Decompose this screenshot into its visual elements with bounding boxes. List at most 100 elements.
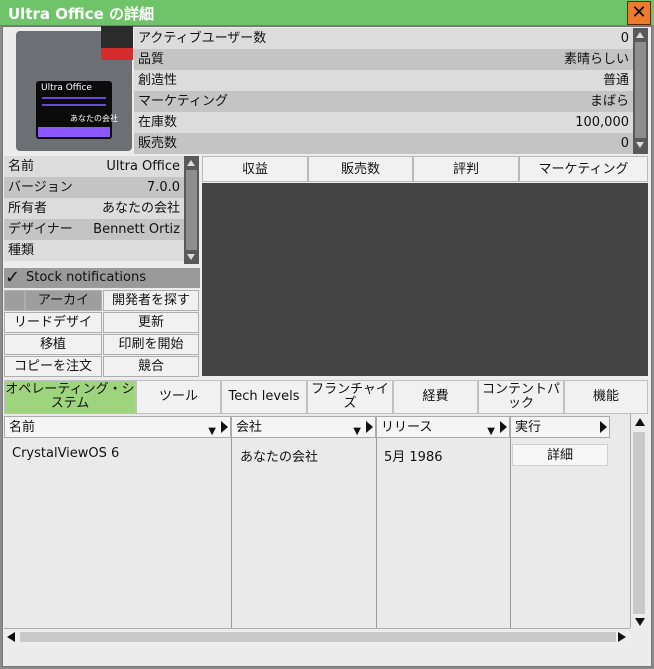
lead-design-button[interactable]: リードデザイ — [4, 312, 102, 333]
stat-label: 販売数 — [138, 136, 178, 151]
floppy-red-tab — [101, 48, 133, 60]
tab-marketing[interactable]: マーケティング — [519, 156, 648, 182]
compete-button[interactable]: 競合 — [103, 356, 199, 377]
info-value: あなたの会社 — [101, 201, 180, 216]
tab-expenses[interactable]: 経費 — [393, 380, 478, 414]
cell-name: CrystalViewOS 6 — [12, 446, 120, 461]
floppy-line — [42, 104, 106, 106]
stat-value: 0 — [620, 31, 629, 46]
filter-icon[interactable]: ▼ — [487, 421, 495, 443]
filter-icon[interactable]: ▼ — [353, 421, 361, 443]
info-value: Bennett Ortiz — [93, 222, 180, 237]
scroll-up-icon[interactable] — [187, 160, 195, 166]
info-label: バージョン — [8, 180, 73, 195]
scroll-right-icon[interactable] — [618, 632, 626, 642]
tab-reputation[interactable]: 評判 — [413, 156, 519, 182]
archive-checkbox[interactable] — [4, 290, 25, 311]
floppy-product-name: Ultra Office — [41, 83, 92, 93]
sort-arrow-icon[interactable] — [366, 421, 373, 433]
info-list: 名前 Ultra Office バージョン 7.0.0 所有者 あなたの会社 デ… — [4, 156, 184, 264]
scrollbar-thumb[interactable] — [633, 432, 645, 614]
column-divider — [510, 438, 511, 628]
scroll-down-icon[interactable] — [635, 618, 645, 626]
info-row-version: バージョン 7.0.0 — [4, 177, 184, 198]
stat-value: 100,000 — [575, 115, 629, 130]
close-button[interactable]: ✕ — [627, 1, 651, 25]
archive-button[interactable]: アーカイ — [25, 290, 102, 311]
chart-area — [202, 183, 648, 376]
tab-sales[interactable]: 販売数 — [308, 156, 413, 182]
column-header-company[interactable]: 会社 ▼ — [231, 416, 376, 438]
scroll-left-icon[interactable] — [7, 632, 15, 642]
stat-row-sales: 販売数 0 — [134, 133, 633, 154]
sort-arrow-icon[interactable] — [500, 421, 507, 433]
window-title: Ultra Office の詳細 — [8, 5, 155, 23]
stat-label: マーケティング — [138, 94, 228, 109]
info-label: 名前 — [8, 159, 35, 174]
cell-release: 5月 1986 — [384, 450, 443, 465]
stat-value: 0 — [620, 136, 629, 151]
column-header-name[interactable]: 名前 ▼ — [4, 416, 231, 438]
info-value: Ultra Office — [106, 159, 180, 174]
transfer-button[interactable]: 移植 — [4, 334, 102, 355]
info-label: デザイナー — [8, 222, 73, 237]
column-header-label: 会社 — [236, 420, 263, 435]
find-developer-button[interactable]: 開発者を探す — [103, 290, 199, 311]
floppy-line — [42, 97, 106, 99]
tab-tools[interactable]: ツール — [136, 380, 221, 414]
scroll-down-icon[interactable] — [636, 142, 644, 148]
stat-row-marketing: マーケティング まばら — [134, 91, 633, 112]
tab-revenue[interactable]: 収益 — [202, 156, 308, 182]
scroll-down-icon[interactable] — [187, 254, 195, 260]
scroll-up-icon[interactable] — [636, 32, 644, 38]
column-header-label: 実行 — [515, 420, 542, 435]
stat-label: アクティブユーザー数 — [138, 31, 267, 46]
column-header-action[interactable]: 実行 — [510, 416, 610, 438]
update-button[interactable]: 更新 — [103, 312, 199, 333]
column-divider — [231, 438, 232, 628]
info-row-name: 名前 Ultra Office — [4, 156, 184, 177]
order-copies-button[interactable]: コピーを注文 — [4, 356, 102, 377]
stat-row-inventory: 在庫数 100,000 — [134, 112, 633, 133]
stat-value: 普通 — [602, 73, 629, 88]
column-header-label: 名前 — [9, 420, 36, 435]
stat-row-quality: 品質 素晴らしい — [134, 49, 633, 70]
sort-arrow-icon[interactable] — [600, 421, 607, 433]
floppy-owner: あなたの会社 — [70, 114, 118, 123]
start-print-button[interactable]: 印刷を開始 — [103, 334, 199, 355]
chart-tabs: 収益 販売数 評判 マーケティング — [202, 156, 648, 182]
stat-label: 創造性 — [138, 73, 178, 88]
info-scrollbar[interactable] — [184, 156, 199, 264]
stat-row-active-users: アクティブユーザー数 0 — [134, 28, 633, 49]
info-row-type: 種類 — [4, 240, 184, 261]
tab-franchise[interactable]: フランチャイズ — [307, 380, 393, 414]
stats-list: アクティブユーザー数 0 品質 素晴らしい 創造性 普通 マーケティング まばら… — [134, 28, 633, 154]
tab-operating-system[interactable]: オペレーティング・システム — [4, 380, 136, 414]
filter-icon[interactable]: ▼ — [208, 421, 216, 443]
stats-scrollbar[interactable] — [633, 28, 648, 154]
stat-row-creativity: 創造性 普通 — [134, 70, 633, 91]
column-header-release[interactable]: リリース ▼ — [376, 416, 510, 438]
stat-value: まばら — [589, 94, 629, 109]
stock-notifications-label[interactable]: Stock notifications — [26, 270, 146, 285]
checkmark-icon[interactable]: ✓ — [5, 268, 20, 288]
scrollbar-thumb[interactable] — [186, 170, 197, 250]
scroll-up-icon[interactable] — [635, 418, 645, 426]
stat-label: 品質 — [138, 52, 165, 67]
info-row-owner: 所有者 あなたの会社 — [4, 198, 184, 219]
scrollbar-thumb[interactable] — [20, 632, 616, 642]
details-button[interactable]: 詳細 — [512, 444, 608, 466]
tab-content-pack[interactable]: コンテントパック — [478, 380, 564, 414]
info-label: 種類 — [8, 243, 35, 258]
info-row-designer: デザイナー Bennett Ortiz — [4, 219, 184, 240]
scrollbar-thumb[interactable] — [635, 42, 646, 138]
info-value: 7.0.0 — [146, 180, 180, 195]
stat-label: 在庫数 — [138, 115, 178, 130]
tab-features[interactable]: 機能 — [564, 380, 648, 414]
stat-value: 素晴らしい — [563, 52, 629, 67]
floppy-bar — [38, 127, 110, 137]
sort-arrow-icon[interactable] — [221, 421, 228, 433]
column-divider — [376, 438, 377, 628]
tab-tech-levels[interactable]: Tech levels — [221, 380, 307, 414]
column-header-label: リリース — [381, 420, 433, 435]
